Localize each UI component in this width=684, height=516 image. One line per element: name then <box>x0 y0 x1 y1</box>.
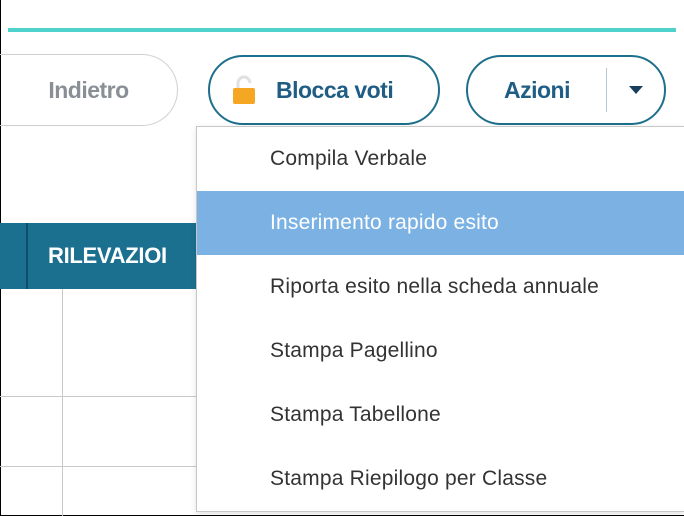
menu-item-stampa-pagellino[interactable]: Stampa Pagellino <box>197 319 684 383</box>
teal-accent-bar <box>8 28 676 32</box>
menu-item-stampa-riepilogo[interactable]: Stampa Riepilogo per Classe <box>197 447 684 511</box>
menu-item-riporta-esito[interactable]: Riporta esito nella scheda annuale <box>197 255 684 319</box>
actions-button[interactable]: Azioni <box>468 77 606 104</box>
back-button-label: Indietro <box>48 76 129 103</box>
table-column-divider <box>62 289 63 516</box>
table-header-divider <box>26 223 28 289</box>
menu-item-label: Riporta esito nella scheda annuale <box>270 275 600 298</box>
lock-grades-label: Blocca voti <box>276 76 394 103</box>
lock-icon <box>232 75 256 105</box>
table-header-label: RILEVAZIOI <box>48 243 167 268</box>
lock-grades-button[interactable]: Blocca voti <box>208 55 440 125</box>
actions-split-button: Azioni <box>466 55 666 125</box>
menu-item-label: Stampa Pagellino <box>270 339 438 362</box>
menu-item-label: Inserimento rapido esito <box>270 211 499 234</box>
table-row-divider <box>0 396 200 397</box>
table-row-divider <box>0 466 200 467</box>
menu-item-compila-verbale[interactable]: Compila Verbale <box>197 127 684 191</box>
menu-item-label: Stampa Tabellone <box>270 403 441 426</box>
menu-item-label: Stampa Riepilogo per Classe <box>270 467 548 490</box>
menu-item-inserimento-rapido-esito[interactable]: Inserimento rapido esito <box>197 191 684 255</box>
menu-item-stampa-tabellone[interactable]: Stampa Tabellone <box>197 383 684 447</box>
actions-button-label: Azioni <box>504 76 571 103</box>
actions-dropdown-toggle[interactable] <box>607 57 664 123</box>
actions-dropdown-menu: Compila Verbale Inserimento rapido esito… <box>196 126 684 512</box>
menu-item-label: Compila Verbale <box>270 147 428 170</box>
table-header: RILEVAZIOI <box>0 223 200 289</box>
back-button[interactable]: Indietro <box>0 54 178 126</box>
caret-down-icon <box>628 86 643 94</box>
